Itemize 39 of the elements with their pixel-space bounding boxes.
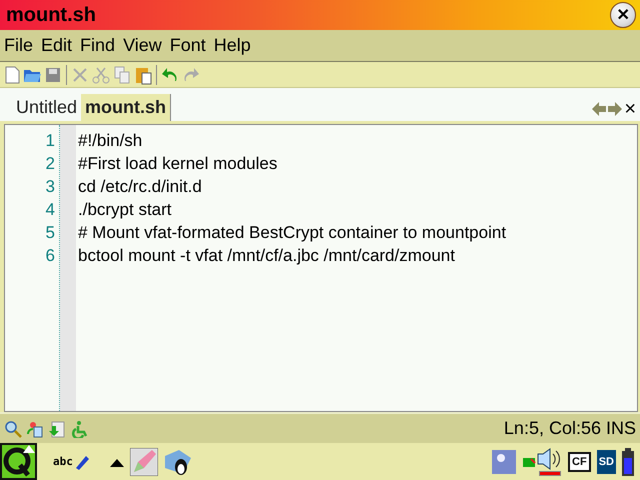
window-title: mount.sh bbox=[6, 4, 96, 26]
menu-item[interactable]: View bbox=[123, 35, 162, 56]
document-download-icon[interactable] bbox=[48, 420, 66, 438]
cursor-position: Ln:5, Col:56 INS bbox=[504, 418, 636, 439]
wheelchair-icon[interactable] bbox=[70, 420, 88, 438]
menu-item[interactable]: Help bbox=[214, 35, 251, 56]
line-number: 2 bbox=[46, 153, 55, 175]
code-line: bctool mount -t vfat /mnt/cf/a.jbc /mnt/card/zmount bbox=[78, 245, 456, 267]
start-menu-icon[interactable] bbox=[0, 443, 37, 480]
code-line: cd /etc/rc.d/init.d bbox=[78, 176, 203, 198]
right-arrow-icon[interactable] bbox=[608, 101, 622, 117]
close-button[interactable]: ✕ bbox=[610, 2, 636, 28]
code-line: # Mount vfat-formated BestCrypt container to mountpoint bbox=[78, 222, 506, 244]
speaker-icon[interactable] bbox=[536, 448, 562, 476]
line-number: 5 bbox=[46, 222, 55, 244]
code-line: ./bcrypt start bbox=[78, 199, 173, 221]
replace-icon[interactable] bbox=[26, 420, 44, 438]
new-file-icon[interactable] bbox=[3, 64, 21, 84]
line-number: 3 bbox=[46, 176, 55, 198]
menu-item[interactable]: Edit bbox=[41, 35, 72, 56]
menu-item[interactable]: Find bbox=[80, 35, 116, 56]
sd-card-icon[interactable]: SD bbox=[596, 450, 616, 474]
up-triangle-icon[interactable] bbox=[110, 456, 124, 466]
line-number: 4 bbox=[46, 199, 55, 221]
search-icon[interactable] bbox=[4, 420, 22, 438]
line-number: 6 bbox=[46, 245, 55, 267]
tab[interactable]: Untitled bbox=[12, 94, 82, 121]
code-line: #First load kernel modules bbox=[78, 153, 278, 175]
menu-item[interactable]: File bbox=[4, 35, 34, 56]
close-tab-button[interactable]: × bbox=[624, 101, 636, 117]
tab[interactable]: mount.sh bbox=[81, 94, 172, 121]
line-number: 1 bbox=[46, 130, 55, 152]
battery-icon[interactable] bbox=[622, 448, 634, 476]
display-icon[interactable] bbox=[492, 450, 516, 474]
menu-item[interactable]: Font bbox=[170, 35, 206, 56]
compact-flash-icon[interactable]: CF bbox=[568, 452, 591, 472]
code-line: #!/bin/sh bbox=[78, 130, 144, 152]
left-arrow-icon[interactable] bbox=[592, 101, 606, 117]
pencil-icon[interactable] bbox=[130, 448, 158, 476]
